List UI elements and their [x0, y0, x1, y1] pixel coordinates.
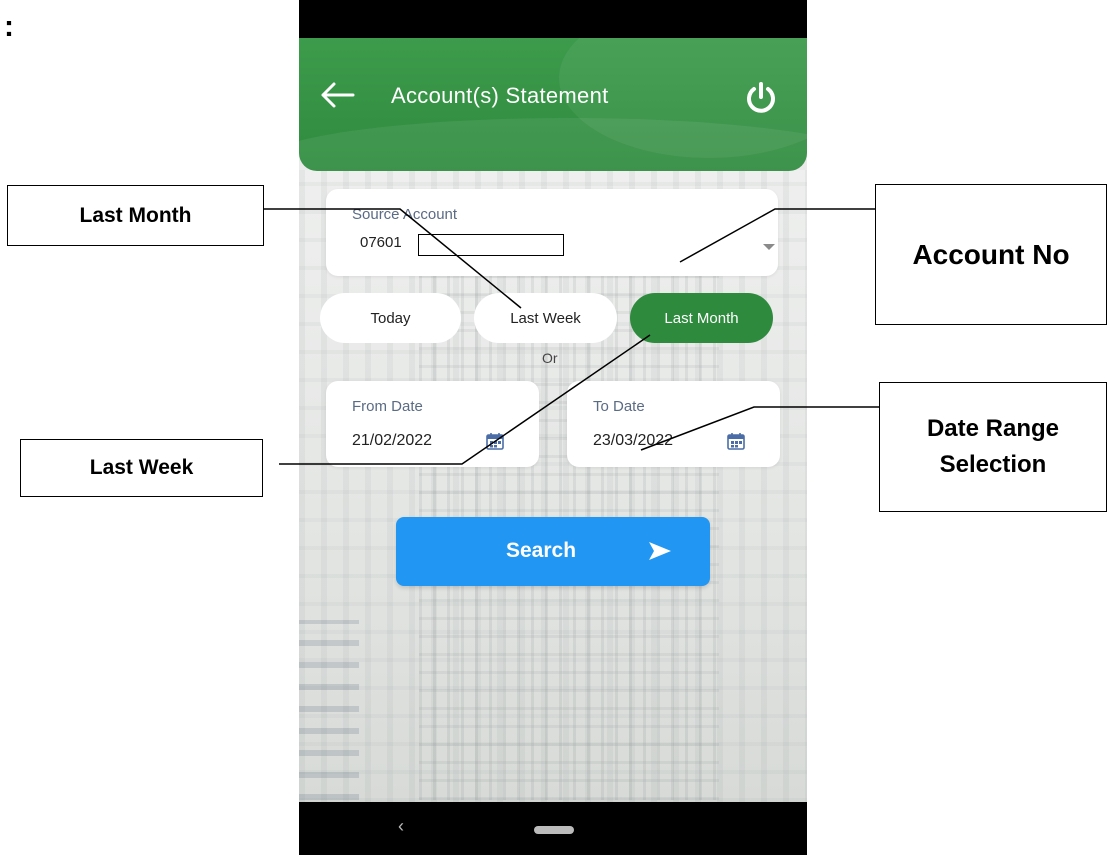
background-left-building	[299, 620, 359, 800]
status-bar	[299, 0, 807, 38]
last-week-button[interactable]: Last Week	[474, 293, 617, 343]
phone-screen: Account(s) Statement Source Account 0760…	[299, 0, 807, 855]
redaction-box	[418, 234, 564, 256]
to-date-label: To Date	[593, 398, 645, 415]
calendar-icon[interactable]	[486, 432, 504, 450]
nav-home-icon[interactable]	[534, 826, 574, 834]
from-date-field[interactable]: From Date 21/02/2022	[326, 381, 539, 467]
navigation-bar: ‹	[299, 802, 807, 855]
power-icon[interactable]	[743, 80, 779, 116]
back-arrow-icon[interactable]	[319, 80, 355, 110]
search-button[interactable]: Search	[396, 517, 710, 586]
calendar-icon[interactable]	[727, 432, 745, 450]
source-account-value: 07601	[360, 234, 402, 251]
source-account-label: Source Account	[352, 206, 458, 223]
dropdown-arrow-icon[interactable]	[763, 244, 775, 250]
today-button[interactable]: Today	[320, 293, 461, 343]
annotation-date-range: Date Range Selection	[879, 382, 1107, 512]
from-date-label: From Date	[352, 398, 423, 415]
to-date-field[interactable]: To Date 23/03/2022	[567, 381, 780, 467]
or-separator: Or	[542, 350, 558, 366]
source-account-select[interactable]: Source Account 07601	[326, 189, 778, 276]
annotation-account-no: Account No	[875, 184, 1107, 325]
last-month-button[interactable]: Last Month	[630, 293, 773, 343]
send-arrow-icon	[649, 542, 671, 560]
search-button-label: Search	[506, 539, 577, 562]
nav-back-icon[interactable]: ‹	[398, 816, 404, 837]
annotation-last-month: Last Month	[7, 185, 264, 246]
to-date-value: 23/03/2022	[593, 432, 674, 449]
from-date-value: 21/02/2022	[352, 432, 433, 449]
app-header: Account(s) Statement	[299, 38, 807, 171]
annotation-last-week: Last Week	[20, 439, 263, 497]
page-title: Account(s) Statement	[391, 83, 609, 108]
colon-mark: :	[4, 10, 14, 43]
